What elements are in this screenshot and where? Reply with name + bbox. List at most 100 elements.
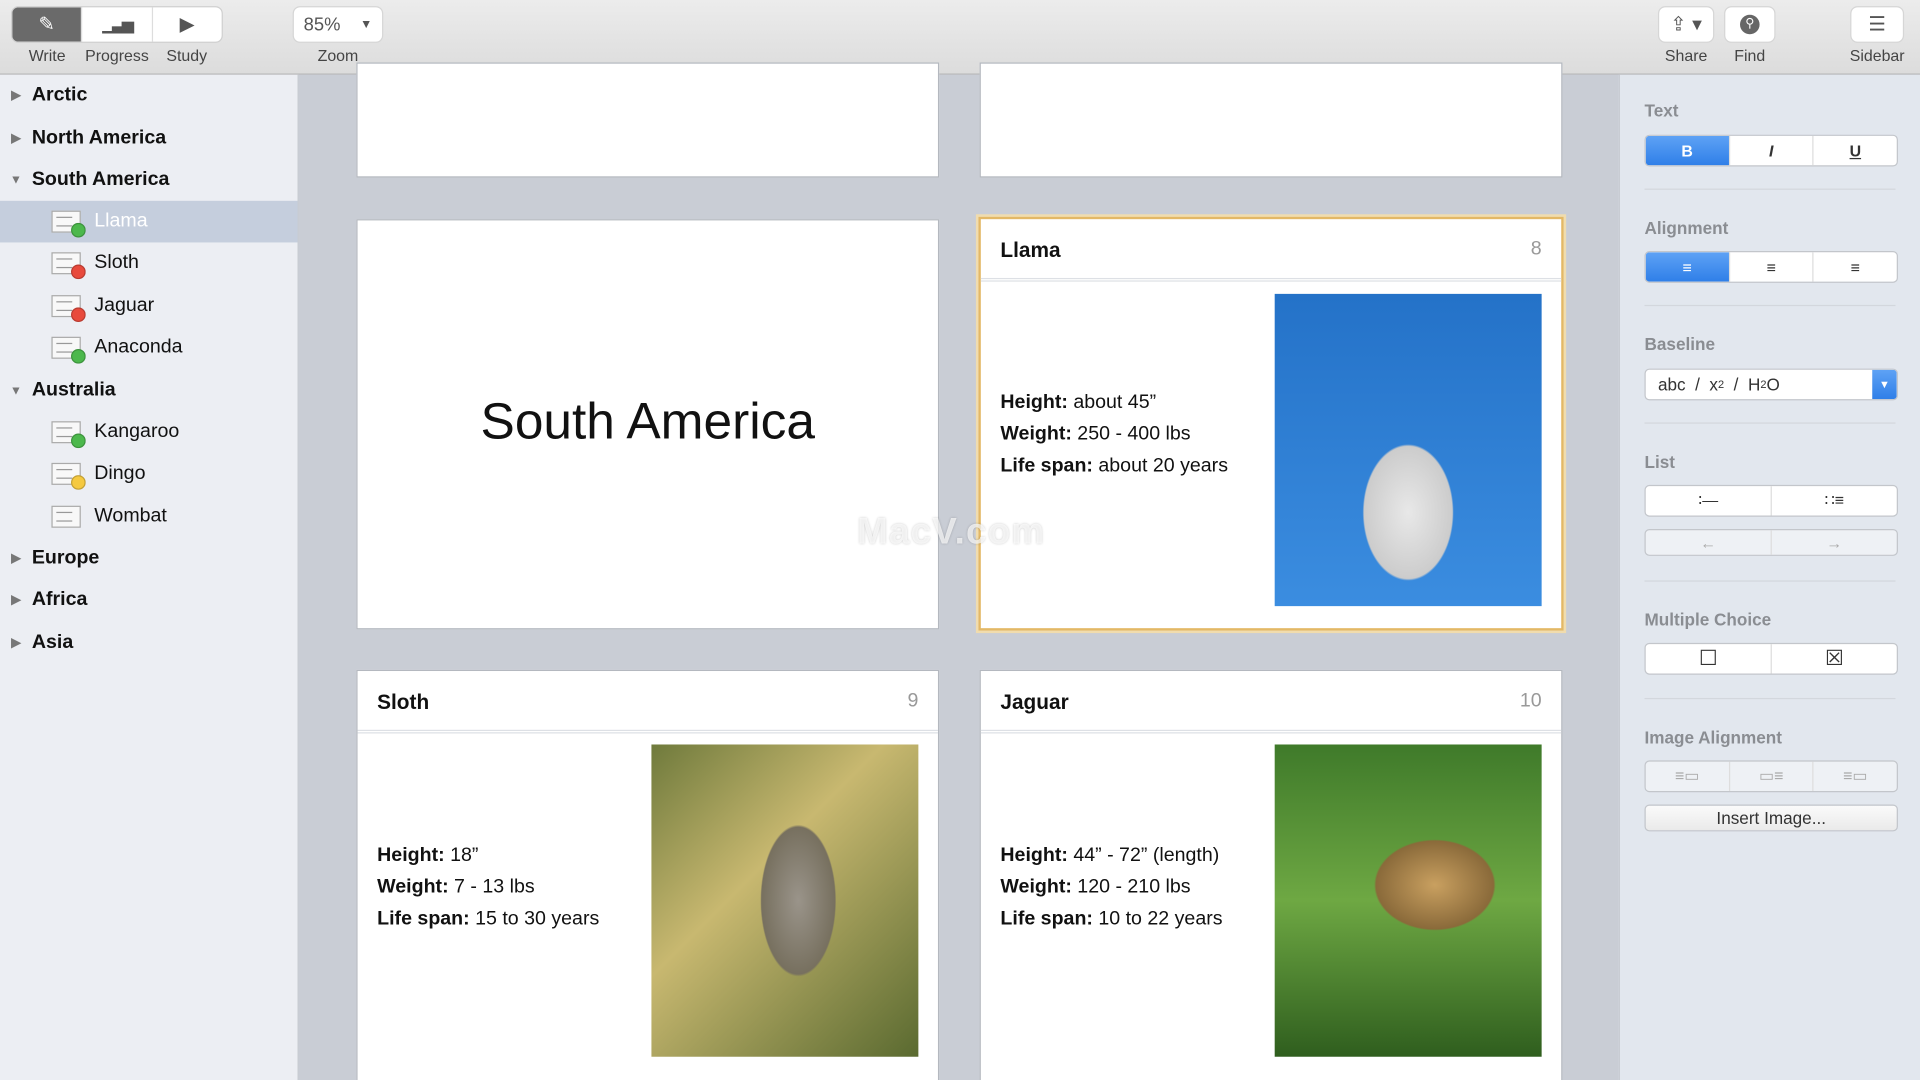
study-label: Study	[166, 46, 208, 65]
section-title: South America	[480, 391, 815, 450]
outdent-button[interactable]: ←	[1646, 530, 1772, 555]
sidebar-item-wombat[interactable]: Wombat	[0, 496, 298, 538]
card-icon	[51, 336, 86, 364]
item-label: Llama	[94, 210, 148, 232]
disclosure-down-icon[interactable]: ▼	[0, 173, 32, 186]
align-left-button[interactable]: ≡	[1645, 252, 1730, 282]
image-center-icon: ▭≡	[1759, 766, 1784, 785]
sloth-image	[651, 744, 919, 1057]
share-button[interactable]: ⇪ ▾	[1659, 7, 1714, 42]
fact-label: Height:	[1000, 844, 1068, 866]
card-llama[interactable]: Llama 8 Height: about 45” Weight: 250 - 4…	[978, 216, 1564, 631]
sidebar-group-europe[interactable]: ▶ Europe	[0, 538, 298, 580]
section-card[interactable]: South America	[356, 219, 940, 630]
fact-value: 15 to 30 years	[469, 908, 600, 930]
sidebar-group-south-america[interactable]: ▼ South America	[0, 159, 298, 201]
image-align-center-button[interactable]: ▭≡	[1730, 761, 1814, 792]
card-title: Llama	[1000, 238, 1061, 263]
bulleted-list-button[interactable]: ∷≡	[1772, 486, 1897, 515]
align-center-button[interactable]: ≡	[1730, 252, 1814, 282]
find-button[interactable]: ⚲	[1725, 7, 1775, 42]
format-inspector: Text B I U Alignment ≡ ≡ ≡ Baseline abc …	[1618, 74, 1920, 1080]
list-section-label: List	[1644, 451, 1675, 472]
group-label: North America	[31, 127, 167, 149]
fact-value: about 20 years	[1092, 455, 1228, 477]
baseline-text: / H	[1724, 374, 1761, 395]
card-facts: Height: 44” - 72” (length) Weight: 120 -…	[1000, 840, 1222, 936]
baseline-section-label: Baseline	[1644, 334, 1716, 354]
underline-button[interactable]: U	[1814, 136, 1897, 165]
sidebar-group-north-america[interactable]: ▶ North America	[0, 118, 298, 160]
sidebar-button[interactable]: ☰	[1851, 7, 1903, 42]
study-button[interactable]: ▶	[153, 7, 222, 41]
card-number: 8	[1530, 238, 1542, 260]
card-partial[interactable]	[356, 62, 940, 178]
numbered-list-icon: ∶—	[1698, 491, 1719, 510]
card-number: 9	[907, 690, 919, 712]
sidebar-item-kangaroo[interactable]: Kangaroo	[0, 411, 298, 453]
fact-height: Height: 44” - 72” (length)	[1000, 840, 1222, 872]
card-partial[interactable]	[979, 62, 1563, 178]
disclosure-right-icon[interactable]: ▶	[0, 552, 32, 565]
disclosure-down-icon[interactable]: ▼	[0, 384, 32, 397]
disclosure-right-icon[interactable]: ▶	[0, 593, 32, 606]
sidebar-item-jaguar[interactable]: Jaguar	[0, 285, 298, 327]
item-label: Anaconda	[94, 336, 183, 358]
find-label: Find	[1734, 46, 1766, 65]
sidebar-item-llama[interactable]: Llama	[0, 200, 298, 243]
baseline-select[interactable]: abc / x2 / H2O ▼	[1644, 368, 1898, 401]
card-canvas: South America Llama 8 Height: about 45” W…	[298, 62, 1619, 1080]
card-icon	[51, 252, 86, 280]
fact-label: Life span:	[377, 908, 470, 930]
image-right-icon: ≡▭	[1843, 766, 1868, 785]
group-label: Africa	[31, 588, 88, 610]
align-right-button[interactable]: ≡	[1814, 252, 1897, 281]
card-sloth[interactable]: Sloth 9 Height: 18” Weight: 7 - 13 lbs Li…	[356, 669, 940, 1080]
fact-lifespan: Life span: 10 to 22 years	[1000, 904, 1222, 936]
unchecked-box-button[interactable]: ☐	[1646, 644, 1772, 674]
divider	[1644, 697, 1896, 700]
italic-button[interactable]: I	[1730, 135, 1814, 166]
list-style-control: ∶— ∷≡	[1644, 484, 1898, 517]
sidebar-item-anaconda[interactable]: Anaconda	[0, 327, 298, 369]
zoom-select[interactable]: 85% ▼	[293, 7, 383, 42]
card-icon	[51, 462, 86, 490]
insert-image-button[interactable]: Insert Image...	[1644, 804, 1898, 832]
chevron-down-icon[interactable]: ▼	[1872, 369, 1897, 400]
bulleted-list-icon: ∷≡	[1824, 491, 1844, 510]
disclosure-right-icon[interactable]: ▶	[0, 89, 32, 102]
app-window: ✎ ▁▃▅ ▶ Write Progress Study 85% ▼ Zoom ⇪…	[0, 0, 1920, 1080]
play-icon: ▶	[179, 14, 195, 36]
sidebar-item-sloth[interactable]: Sloth	[0, 242, 298, 284]
sidebar-item-dingo[interactable]: Dingo	[0, 453, 298, 495]
sidebar-group-africa[interactable]: ▶ Africa	[0, 579, 298, 621]
align-center-icon: ≡	[1766, 257, 1776, 277]
bold-button[interactable]: B	[1645, 135, 1730, 166]
checkbox-x-icon: ☒	[1824, 646, 1844, 670]
progress-button[interactable]: ▁▃▅	[82, 7, 153, 42]
card-header: Llama 8	[980, 219, 1562, 282]
card-icon	[51, 210, 86, 238]
fact-label: Weight:	[1000, 423, 1072, 445]
disclosure-right-icon[interactable]: ▶	[0, 636, 32, 649]
image-align-left-button[interactable]: ≡▭	[1646, 761, 1730, 792]
image-align-right-button[interactable]: ≡▭	[1814, 762, 1897, 791]
write-button[interactable]: ✎	[12, 7, 83, 42]
chevron-down-icon: ▼	[360, 17, 373, 32]
sidebar-group-asia[interactable]: ▶ Asia	[0, 622, 298, 664]
checkbox-empty-icon: ☐	[1698, 646, 1718, 670]
sidebar-group-arctic[interactable]: ▶ Arctic	[0, 75, 298, 117]
sidebar-label: Sidebar	[1849, 46, 1905, 65]
alignment-section-label: Alignment	[1644, 217, 1729, 238]
disclosure-right-icon[interactable]: ▶	[0, 132, 32, 145]
card-facts: Height: 18” Weight: 7 - 13 lbs Life span…	[377, 840, 599, 936]
text-section-label: Text	[1644, 100, 1679, 121]
card-jaguar[interactable]: Jaguar 10 Height: 44” - 72” (length) Weig…	[979, 669, 1563, 1080]
status-dot-red	[71, 264, 86, 280]
search-icon: ⚲	[1740, 14, 1760, 35]
checked-box-button[interactable]: ☒	[1772, 644, 1897, 673]
mode-switcher: ✎ ▁▃▅ ▶	[12, 7, 222, 42]
numbered-list-button[interactable]: ∶—	[1646, 486, 1772, 516]
sidebar-group-australia[interactable]: ▼ Australia	[0, 370, 298, 412]
indent-button[interactable]: →	[1772, 530, 1897, 554]
